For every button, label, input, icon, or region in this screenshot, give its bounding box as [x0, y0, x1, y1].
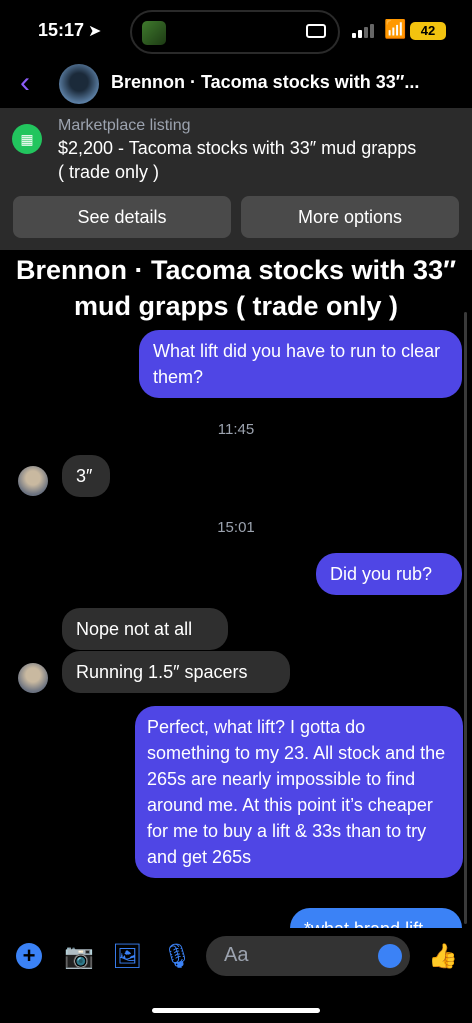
- scrollbar[interactable]: [464, 312, 467, 924]
- wifi-icon: 📶: [384, 19, 407, 39]
- listing-text: $2,200 - Tacoma stocks with 33″ mud grap…: [58, 138, 417, 182]
- dynamic-island[interactable]: [130, 10, 340, 54]
- conversation-title: Brennon · Tacoma stocks with 33″ mud gra…: [15, 255, 457, 321]
- avatar[interactable]: [59, 64, 99, 104]
- message-input[interactable]: Aa: [206, 936, 410, 976]
- message-clip: *what brand lift: [290, 908, 462, 928]
- see-details-button[interactable]: See details: [13, 196, 231, 238]
- message-incoming[interactable]: Nope not at all: [62, 608, 228, 650]
- marketplace-icon: ▦: [12, 124, 42, 154]
- chat-title[interactable]: Brennon · Tacoma stocks with 33″...: [111, 72, 419, 93]
- message-incoming[interactable]: Running 1.5″ spacers: [62, 651, 290, 693]
- more-options-button[interactable]: More options: [241, 196, 459, 238]
- home-indicator[interactable]: [152, 1008, 320, 1013]
- emoji-icon[interactable]: [378, 944, 402, 968]
- message-input-placeholder: Aa: [224, 944, 249, 966]
- cellular-signal-icon: [352, 24, 378, 38]
- status-time: 15:17: [38, 20, 85, 40]
- status-bar: 15:17 ➤ 📶 42: [0, 0, 472, 62]
- message-incoming[interactable]: 3″: [62, 455, 110, 497]
- app-thumbnail-icon: [142, 21, 166, 45]
- message-outgoing[interactable]: Did you rub?: [316, 553, 462, 595]
- like-thumb-icon[interactable]: 👍: [428, 942, 458, 971]
- timestamp: 15:01: [217, 519, 255, 536]
- plus-icon[interactable]: +: [16, 943, 42, 969]
- microphone-icon[interactable]: 🎙: [162, 942, 192, 971]
- listing-label: Marketplace listing: [58, 117, 191, 134]
- timestamp: 11:45: [217, 421, 255, 438]
- avatar[interactable]: [18, 466, 48, 496]
- back-chevron-icon[interactable]: ‹: [20, 66, 30, 100]
- message-outgoing[interactable]: *what brand lift: [290, 908, 462, 928]
- photo-icon[interactable]: 🖼: [112, 942, 142, 971]
- camera-icon[interactable]: 📷: [64, 942, 94, 971]
- chat-header: ‹ Brennon · Tacoma stocks with 33″...: [0, 62, 472, 106]
- battery-icon: 42: [410, 22, 446, 40]
- screen-mirror-icon: [306, 24, 326, 38]
- composer-bar: + 📷 🖼 🎙 Aa 👍: [0, 928, 472, 984]
- message-outgoing[interactable]: What lift did you have to run to clear t…: [139, 330, 462, 398]
- message-outgoing[interactable]: Perfect, what lift? I gotta do something…: [135, 706, 463, 878]
- avatar[interactable]: [18, 663, 48, 693]
- location-arrow-icon: ➤: [88, 23, 102, 40]
